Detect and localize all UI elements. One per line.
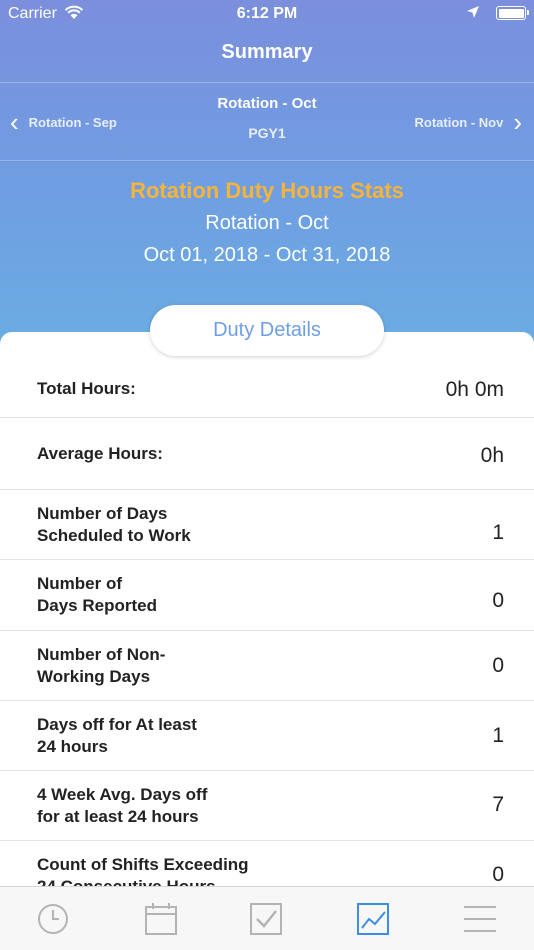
stat-value: 1 [492,724,504,747]
next-rotation-label: Rotation - Nov [414,114,504,130]
stat-row-days-scheduled: Number of Days Scheduled to Work 1 [0,490,534,560]
stat-value: 7 [492,793,504,816]
stat-row-total-hours: Total Hours: 0h 0m [0,357,534,418]
stat-row-four-week-avg: 4 Week Avg. Days off for at least 24 hour… [0,771,534,841]
tab-bar [0,886,534,950]
stat-label: Number of Days Scheduled to Work [37,504,191,545]
stat-value: 0h [480,444,504,467]
stat-label: Number of Non- Working Days [37,645,166,686]
location-arrow-icon [467,6,479,18]
rotation-divider [0,160,534,161]
status-bar: Carrier 6:12 PM [0,0,534,28]
stat-label: Average Hours: [37,444,163,463]
page-title: Summary [221,41,313,63]
stats-rotation: Rotation - Oct [205,212,329,234]
stat-label: 4 Week Avg. Days off for at least 24 hour… [37,785,208,826]
stat-row-non-working-days: Number of Non- Working Days 0 [0,631,534,701]
stat-value: 1 [492,521,504,544]
checkbox-icon[interactable] [248,901,284,937]
stat-row-average-hours: Average Hours: 0h [0,418,534,490]
stat-label: Days off for At least 24 hours [37,715,197,756]
stat-value: 0h 0m [445,378,504,401]
battery-icon [496,6,529,20]
menu-icon[interactable] [462,901,498,937]
chart-icon[interactable] [355,901,391,937]
stat-value: 0 [492,654,504,677]
stat-row-days-reported: Number of Days Reported 0 [0,560,534,631]
next-rotation-button[interactable]: Rotation - Nov › [415,108,523,136]
stats-title: Rotation Duty Hours Stats [130,178,404,203]
clock-icon[interactable] [35,901,71,937]
status-time: 6:12 PM [236,5,298,22]
calendar-icon[interactable] [143,901,179,937]
stat-label: Number of Days Reported [37,574,157,615]
chevron-right-icon: › [513,107,522,137]
stat-row-days-off: Days off for At least 24 hours 1 [0,701,534,771]
header-divider [0,82,534,83]
stat-label: Total Hours: [37,379,136,398]
stats-date-range: Oct 01, 2018 - Oct 31, 2018 [143,244,391,266]
stat-value: 0 [492,589,504,612]
stat-value: 0 [492,863,504,886]
duty-details-button[interactable]: Duty Details [150,305,384,356]
